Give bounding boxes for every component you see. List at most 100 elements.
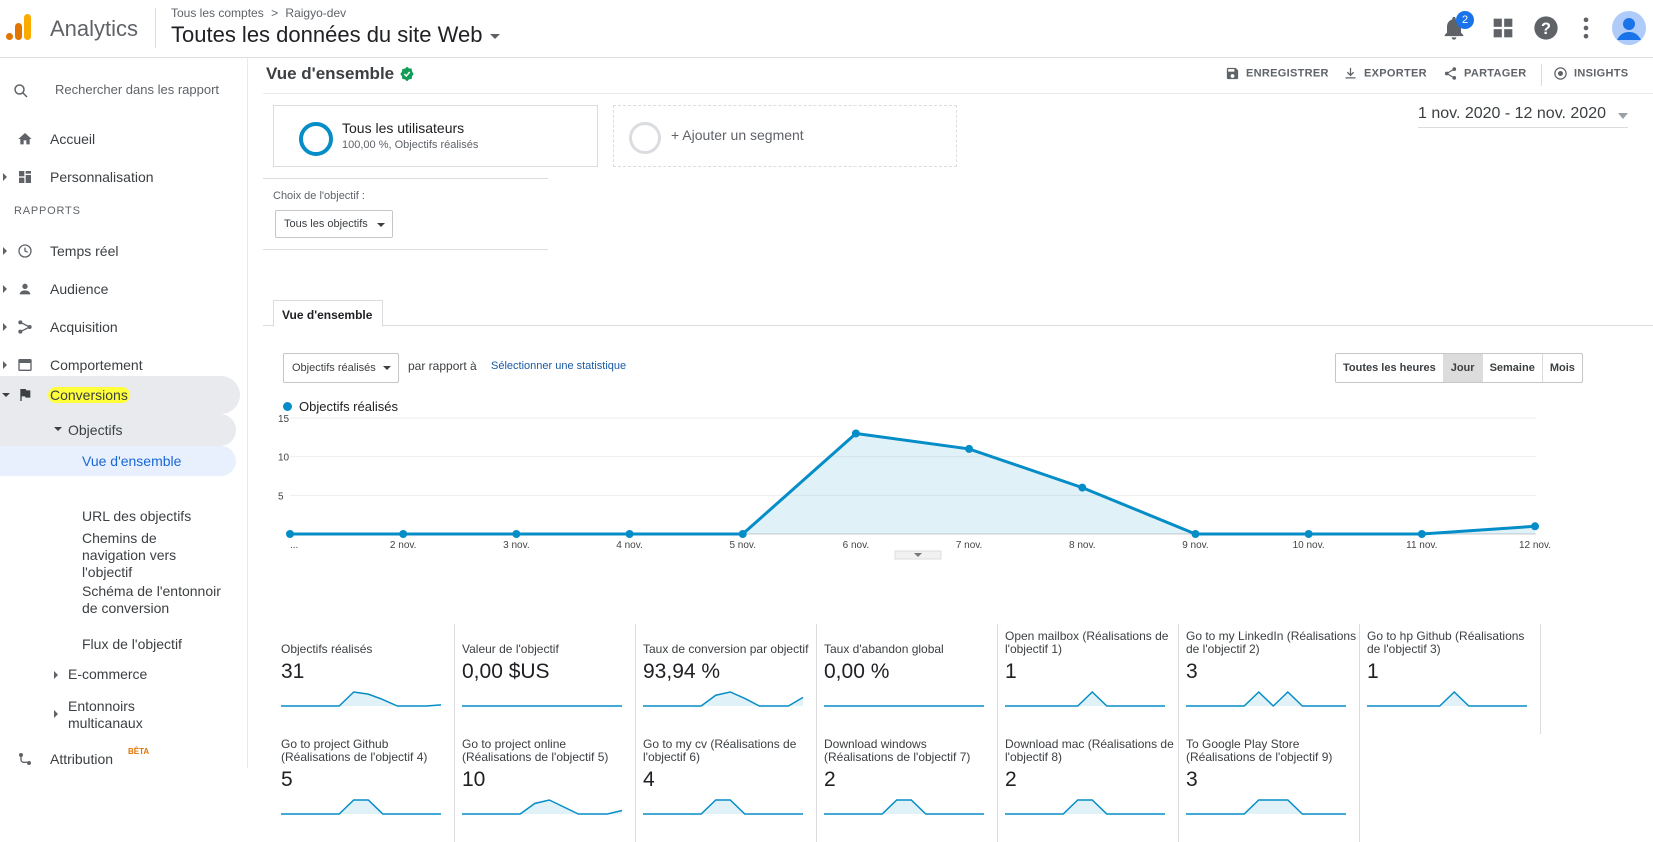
sidebar-item-goals-overview[interactable]: Vue d'ensemble [0, 446, 236, 476]
series-area [290, 433, 1535, 534]
metric-tile[interactable]: Go to my LinkedIn (Réalisations de l'obj… [1178, 624, 1360, 734]
share-button[interactable]: PARTAGER [1443, 66, 1527, 81]
granularity-hourly-button[interactable]: Toutes les heures [1336, 354, 1444, 382]
metric-select[interactable]: Objectifs réalisés [283, 353, 399, 383]
data-point[interactable] [286, 530, 294, 538]
attribution-icon [19, 753, 31, 765]
apps-grid-icon[interactable] [1489, 14, 1517, 42]
data-point[interactable] [1078, 483, 1087, 492]
chevron-right-icon[interactable] [3, 173, 7, 181]
sparkline-area [824, 800, 984, 814]
sidebar-item-label: Audience [50, 281, 109, 297]
svg-text:?: ? [1541, 20, 1551, 38]
metric-tile[interactable]: Taux d'abandon global 0,00 % [816, 624, 998, 734]
chevron-down-icon[interactable] [54, 427, 62, 431]
avatar[interactable] [1612, 11, 1646, 45]
help-icon[interactable]: ? [1532, 14, 1560, 42]
segment-all-users[interactable]: Tous les utilisateurs 100,00 %, Objectif… [273, 105, 598, 167]
breadcrumb[interactable]: Tous les comptes > Raigyo-dev [171, 6, 346, 20]
metric-tile[interactable]: Open mailbox (Réalisations de l'objectif… [997, 624, 1179, 734]
dashboard-icon [19, 171, 31, 183]
insights-button[interactable]: INSIGHTS [1553, 66, 1628, 81]
metric-tile-label: Download windows (Réalisations de l'obje… [824, 737, 971, 764]
sidebar-item-label: Vue d'ensemble [82, 453, 182, 469]
metric-tile[interactable]: Download mac (Réalisations de l'objectif… [997, 732, 1179, 842]
analytics-logo-icon[interactable] [4, 12, 34, 42]
data-point[interactable] [965, 444, 974, 453]
segment-ring-icon [629, 122, 661, 154]
search-input[interactable]: Rechercher dans les rapport [55, 82, 219, 97]
sidebar-item-goals[interactable]: Objectifs [0, 414, 236, 446]
sidebar-item-funnel-visualization[interactable]: Schéma de l'entonnoir de conversion [82, 583, 222, 617]
sparkline-area [281, 800, 441, 814]
metric-tile[interactable]: Objectifs réalisés 31 [273, 624, 455, 734]
more-vert-icon[interactable] [1572, 14, 1600, 42]
sidebar-item-label: Acquisition [50, 319, 118, 335]
sidebar-item-customization[interactable]: Personnalisation [0, 158, 240, 196]
chevron-right-icon[interactable] [3, 285, 7, 293]
sidebar-item-label: Personnalisation [50, 169, 154, 185]
sidebar-item-reverse-goal-path[interactable]: Chemins de navigation vers l'objectif [82, 530, 222, 581]
metric-tile-value: 2 [824, 768, 836, 791]
metric-tile[interactable]: Valeur de l'objectif 0,00 $US [454, 624, 636, 734]
data-point[interactable] [512, 530, 521, 538]
metric-tile[interactable]: Taux de conversion par objectif 93,94 % [635, 624, 817, 734]
add-segment-button[interactable]: + Ajouter un segment [613, 105, 957, 167]
chevron-right-icon[interactable] [54, 671, 58, 679]
sparkline [1005, 799, 1165, 815]
breadcrumb-accounts[interactable]: Tous les comptes [171, 6, 264, 20]
sidebar-item-conversions[interactable]: Conversions [0, 376, 240, 414]
sidebar-item-audience[interactable]: Audience [0, 270, 240, 308]
chevron-right-icon[interactable] [3, 361, 7, 369]
metric-tile[interactable]: Go to my cv (Réalisations de l'objectif … [635, 732, 817, 842]
data-point[interactable] [1191, 530, 1200, 538]
chevron-right-icon[interactable] [54, 710, 58, 718]
metric-tile[interactable]: Go to project Github (Réalisations de l'… [273, 732, 455, 842]
data-point[interactable] [1417, 530, 1426, 538]
metric-tile[interactable]: To Google Play Store (Réalisations de l'… [1178, 732, 1360, 842]
search-box[interactable]: Rechercher dans les rapport [0, 70, 248, 110]
metric-tile-label: Open mailbox (Réalisations de l'objectif… [1005, 629, 1169, 656]
sidebar-item-realtime[interactable]: Temps réel [0, 232, 240, 270]
chevron-down-icon[interactable] [2, 393, 10, 397]
date-range-picker[interactable]: 1 nov. 2020 - 12 nov. 2020 [1418, 105, 1628, 128]
save-button[interactable]: ENREGISTRER [1225, 66, 1329, 81]
sparkline [824, 799, 984, 815]
sidebar-item-home[interactable]: Accueil [0, 120, 240, 158]
breadcrumb-property[interactable]: Raigyo-dev [285, 6, 346, 20]
granularity-day-button[interactable]: Jour [1443, 354, 1483, 382]
goal-option-select[interactable]: Tous les objectifs [275, 210, 393, 238]
person-icon [19, 283, 31, 295]
divider [155, 8, 156, 48]
tab-bar: Vue d'ensemble [263, 274, 1653, 327]
granularity-month-button[interactable]: Mois [1543, 354, 1582, 382]
data-point[interactable] [625, 530, 634, 538]
sidebar-item-multichannel[interactable]: Entonnoirs multicanaux [54, 698, 194, 732]
chevron-right-icon[interactable] [3, 247, 7, 255]
metric-tile[interactable]: Download windows (Réalisations de l'obje… [816, 732, 998, 842]
chevron-right-icon[interactable] [3, 323, 7, 331]
x-tick-label: 10 nov. [1293, 540, 1325, 551]
sidebar-item-ecommerce[interactable]: E-commerce [54, 666, 147, 682]
view-selector[interactable]: Toutes les données du site Web [171, 22, 501, 48]
metric-tile[interactable]: Go to hp Github (Réalisations de l'objec… [1359, 624, 1541, 734]
data-point[interactable] [1304, 530, 1313, 538]
metric-tile[interactable]: Go to project online (Réalisations de l'… [454, 732, 636, 842]
sidebar-item-attribution[interactable]: Attribution BÊTA [0, 740, 240, 778]
select-metric-link[interactable]: Sélectionner une statistique [491, 360, 626, 372]
flag-icon [20, 389, 31, 401]
data-point[interactable] [399, 530, 408, 538]
data-point[interactable] [738, 530, 747, 538]
granularity-week-button[interactable]: Semaine [1483, 354, 1543, 382]
sidebar-item-goal-urls[interactable]: URL des objectifs [82, 508, 191, 524]
sidebar-item-goal-flow[interactable]: Flux de l'objectif [82, 636, 182, 652]
data-point[interactable] [1531, 522, 1539, 531]
sparkline-area [643, 800, 803, 814]
data-point[interactable] [851, 429, 860, 438]
sidebar-item-acquisition[interactable]: Acquisition [0, 308, 240, 346]
sparkline [281, 691, 442, 707]
tab-overview[interactable]: Vue d'ensemble [273, 300, 383, 327]
goal-option-value: Tous les objectifs [284, 218, 368, 230]
export-button[interactable]: EXPORTER [1343, 66, 1427, 81]
sidebar-item-label: Entonnoirs multicanaux [68, 698, 143, 731]
